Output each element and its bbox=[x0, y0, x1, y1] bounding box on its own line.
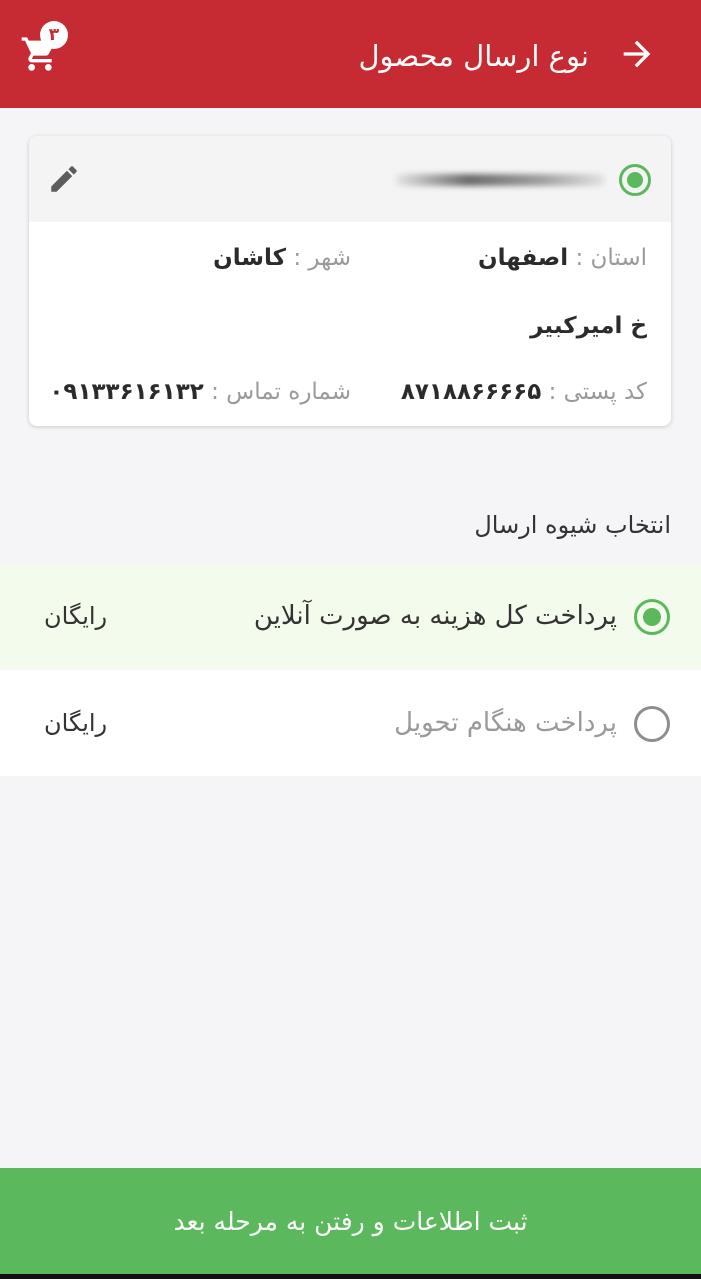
address-radio-selected[interactable] bbox=[619, 164, 651, 196]
province-label: استان : bbox=[575, 245, 647, 271]
street-value: خ امیرکبیر bbox=[530, 313, 647, 339]
shipping-option-label: پرداخت کل هزینه به صورت آنلاین bbox=[253, 601, 617, 631]
phone-label: شماره تماس : bbox=[211, 379, 351, 405]
shipping-option-cod[interactable]: پرداخت هنگام تحویل رایگان bbox=[0, 670, 701, 776]
province-field: استان : اصفهان bbox=[478, 242, 647, 274]
postal-code-label: کد پستی : bbox=[548, 379, 647, 405]
phone-field: شماره تماس : ۰۹۱۳۳۶۱۶۱۳۲ bbox=[49, 376, 351, 408]
postal-code-value: ۸۷۱۸۸۶۶۶۶۵ bbox=[400, 379, 542, 405]
phone-value: ۰۹۱۳۳۶۱۶۱۳۲ bbox=[49, 379, 204, 405]
shipping-option-price: رایگان bbox=[44, 602, 108, 630]
city-label: شهر : bbox=[293, 245, 351, 271]
page-title: نوع ارسال محصول bbox=[358, 39, 589, 73]
shipping-option-online[interactable]: پرداخت کل هزینه به صورت آنلاین رایگان bbox=[0, 563, 701, 669]
address-card-header bbox=[29, 136, 671, 222]
app-bar: نوع ارسال محصول ۳ bbox=[0, 0, 701, 108]
arrow-right-icon[interactable] bbox=[617, 34, 657, 74]
province-value: اصفهان bbox=[478, 245, 569, 271]
shipping-option-radio[interactable] bbox=[634, 706, 670, 742]
postal-code-field: کد پستی : ۸۷۱۸۸۶۶۶۶۵ bbox=[401, 376, 647, 408]
submit-next-step-button[interactable]: ثبت اطلاعات و رفتن به مرحله بعد bbox=[0, 1168, 701, 1274]
bottom-edge bbox=[0, 1274, 701, 1279]
city-field: شهر : کاشان bbox=[213, 242, 351, 274]
city-value: کاشان bbox=[213, 245, 287, 271]
shipping-option-radio[interactable] bbox=[634, 599, 670, 635]
redacted-recipient-name bbox=[395, 174, 605, 186]
shipping-method-title: انتخاب شیوه ارسال bbox=[474, 511, 671, 539]
address-card[interactable]: استان : اصفهان شهر : کاشان خ امیرکبیر کد… bbox=[29, 136, 671, 426]
pencil-icon[interactable] bbox=[47, 162, 81, 196]
shipping-option-price: رایگان bbox=[44, 709, 108, 737]
shipping-option-label: پرداخت هنگام تحویل bbox=[394, 708, 617, 738]
street-field: خ امیرکبیر bbox=[530, 310, 647, 342]
cart-count-badge: ۳ bbox=[40, 21, 68, 49]
